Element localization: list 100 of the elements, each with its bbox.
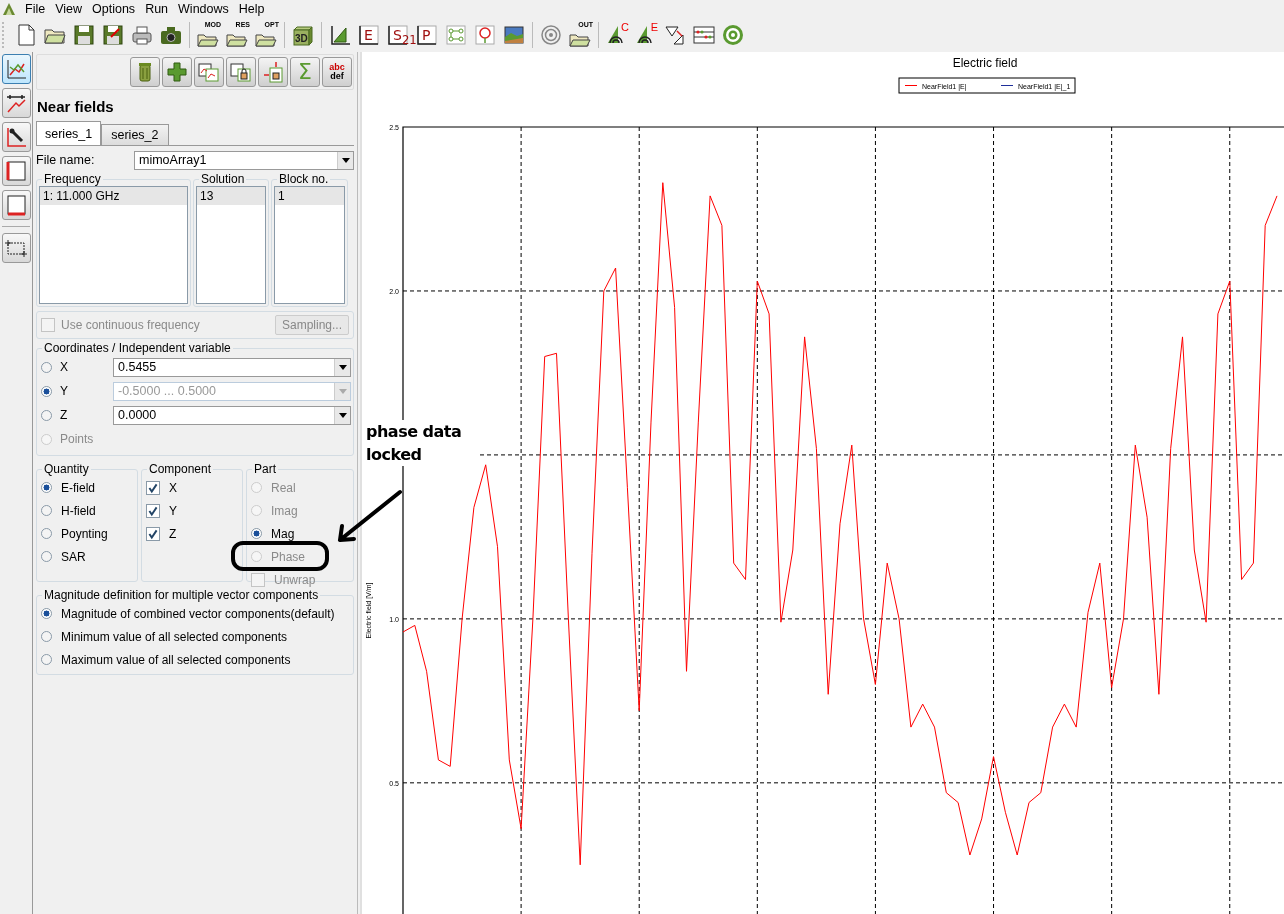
menu-item[interactable]: Help bbox=[233, 2, 270, 16]
radio-button[interactable] bbox=[41, 631, 52, 642]
checkbox[interactable] bbox=[146, 526, 160, 541]
radio-button[interactable] bbox=[41, 409, 52, 421]
wrench-axes-icon bbox=[5, 126, 27, 148]
menu-item[interactable]: Windows bbox=[173, 2, 234, 16]
series-tab[interactable]: series_1 bbox=[36, 121, 102, 145]
caret-icon bbox=[338, 388, 347, 394]
option-label: E-field bbox=[61, 480, 95, 495]
panel-tool-button[interactable] bbox=[194, 57, 224, 87]
panel-tool-button[interactable] bbox=[258, 57, 288, 87]
radio-button[interactable] bbox=[41, 528, 52, 539]
group-heading: Frequency bbox=[43, 172, 102, 186]
menu-item[interactable]: View bbox=[50, 2, 88, 16]
option-label: SAR bbox=[61, 549, 86, 564]
option-label: Phase bbox=[271, 549, 306, 564]
toolbar-button[interactable]: E bbox=[355, 20, 383, 50]
line-graph-icon bbox=[5, 58, 27, 80]
option-label: X bbox=[169, 480, 177, 495]
panel-tool-button[interactable] bbox=[226, 57, 256, 87]
abacus-icon bbox=[692, 23, 716, 47]
folder-icon bbox=[226, 33, 248, 47]
file-name-dropdown[interactable]: mimoArray1 bbox=[134, 150, 354, 170]
annotation-text: phase data locked bbox=[366, 420, 478, 466]
list-item[interactable]: 1: 11.000 GHz bbox=[40, 187, 187, 205]
file-name-label: File name: bbox=[36, 153, 96, 167]
option-label: Magnitude of combined vector components(default) bbox=[61, 606, 335, 621]
radio-button[interactable] bbox=[41, 505, 52, 516]
copy-graph-icon bbox=[198, 61, 220, 83]
option-label: Points bbox=[60, 432, 95, 446]
wrench-graph-icon bbox=[5, 92, 27, 114]
menu-item[interactable]: Run bbox=[140, 2, 174, 16]
list-box[interactable]: 1 bbox=[274, 186, 345, 304]
radio-button[interactable] bbox=[41, 654, 52, 665]
option-label: Poynting bbox=[61, 526, 108, 541]
graph-lock-icon bbox=[230, 61, 252, 83]
list-box[interactable]: 1: 11.000 GHz bbox=[39, 186, 188, 304]
option-label: Imag bbox=[271, 503, 298, 518]
side-tool-button[interactable] bbox=[1, 122, 31, 152]
toolbar-button[interactable]: 3D bbox=[289, 20, 317, 50]
option-label: H-field bbox=[61, 503, 96, 518]
caret-icon bbox=[338, 364, 347, 370]
menu-item[interactable]: File bbox=[20, 2, 51, 16]
list-item[interactable]: 13 bbox=[197, 187, 265, 205]
checkbox-label: Use continuous frequency bbox=[61, 318, 200, 332]
landscape-icon bbox=[502, 23, 526, 47]
triangle-chart-icon bbox=[328, 23, 352, 47]
checkbox[interactable] bbox=[146, 503, 160, 518]
list-item[interactable]: 1 bbox=[275, 187, 344, 205]
option-label: Y bbox=[60, 384, 69, 398]
target-icon bbox=[721, 23, 745, 47]
option-label: Y bbox=[169, 503, 177, 518]
group-heading: Quantity bbox=[43, 462, 90, 476]
panel-tool-button[interactable]: abc def bbox=[322, 57, 352, 87]
radio-button[interactable] bbox=[41, 551, 52, 562]
left-axis-icon bbox=[5, 160, 27, 182]
radio-button[interactable] bbox=[41, 385, 52, 397]
option-label: X bbox=[60, 360, 69, 374]
group-heading: Part bbox=[253, 462, 277, 476]
map-pin-icon bbox=[473, 23, 497, 47]
toolbar-button[interactable]: E bbox=[632, 20, 660, 50]
folder-icon bbox=[569, 33, 591, 47]
concentric-circles-icon bbox=[539, 23, 563, 47]
framed-letter-icon bbox=[357, 23, 381, 47]
group-heading: Component bbox=[148, 462, 213, 476]
radio-button[interactable] bbox=[41, 361, 52, 373]
panel-tool-button[interactable] bbox=[162, 57, 192, 87]
radio-button[interactable] bbox=[41, 482, 52, 493]
group-heading: Magnitude definition for multiple vector components bbox=[43, 588, 320, 602]
side-tool-button[interactable] bbox=[1, 233, 31, 263]
option-label: Maximum value of all selected components bbox=[61, 652, 291, 667]
panel-tool-button[interactable] bbox=[130, 57, 160, 87]
option-label: Mag bbox=[271, 526, 295, 541]
node-diagram-icon bbox=[444, 23, 468, 47]
radio-button[interactable] bbox=[251, 528, 262, 539]
plus-icon bbox=[166, 61, 188, 83]
caret-icon bbox=[338, 412, 347, 418]
panel-title: Near fields bbox=[37, 98, 115, 115]
toolbar-button[interactable]: C bbox=[603, 20, 631, 50]
caret-icon bbox=[341, 157, 350, 163]
framed-letter-icon bbox=[415, 23, 439, 47]
cube-icon bbox=[291, 23, 315, 47]
coordinate-dropdown[interactable]: 0.5455 bbox=[113, 357, 351, 377]
floppy-pencil-icon bbox=[101, 23, 125, 47]
coordinate-dropdown[interactable]: 0.0000 bbox=[113, 405, 351, 425]
import-icon bbox=[262, 61, 284, 83]
checkbox[interactable] bbox=[146, 480, 160, 495]
option-label: Z bbox=[60, 408, 69, 422]
option-label: Real bbox=[271, 480, 296, 495]
option-label: Minimum value of all selected components bbox=[61, 629, 288, 644]
list-box[interactable]: 13 bbox=[196, 186, 266, 304]
series-tab[interactable]: series_2 bbox=[101, 124, 169, 145]
radio-button[interactable] bbox=[41, 608, 52, 619]
group-heading: Solution bbox=[200, 172, 246, 186]
menu-item[interactable]: Options bbox=[87, 2, 141, 16]
side-tool-button[interactable] bbox=[1, 88, 31, 118]
bottom-axis-icon bbox=[5, 194, 27, 216]
polygon-arrow-icon bbox=[663, 23, 687, 47]
group-heading: Coordinates / Independent variable bbox=[43, 341, 232, 355]
option-label: Z bbox=[169, 526, 177, 541]
